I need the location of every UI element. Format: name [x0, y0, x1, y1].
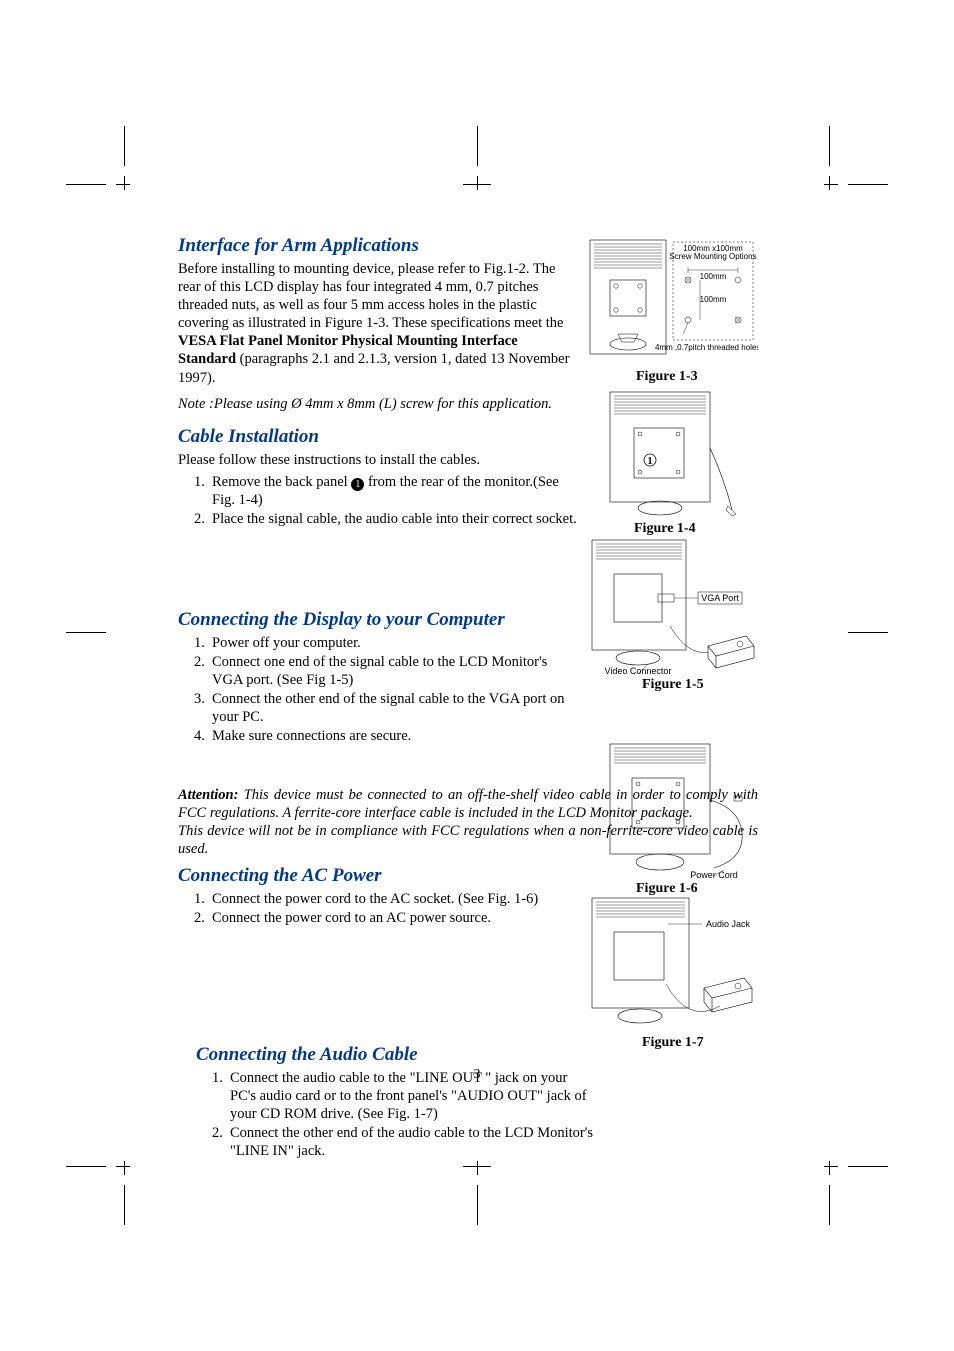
para-interface: Before installing to mounting device, pl… — [178, 260, 578, 387]
svg-text:1: 1 — [648, 456, 653, 467]
list-item: 2. Place the signal cable, the audio cab… — [194, 510, 578, 528]
list-item: 2.Connect the power cord to an AC power … — [194, 909, 578, 927]
figure-1-6: Power Cord — [604, 740, 754, 880]
section-interface: Interface for Arm Applications Before in… — [178, 234, 578, 413]
section-acpower: Connecting the AC Power 1.Connect the po… — [178, 864, 578, 927]
circled-number-icon: 1 — [351, 478, 364, 491]
fig13-bottom: 4mm ,0.7pitch threaded holes x4 — [655, 343, 758, 352]
heading-audio: Connecting the Audio Cable — [196, 1043, 596, 1067]
figure-1-3: 100mm x100mm Screw Mounting Options 100m… — [588, 232, 758, 362]
fig13-label-top2: Screw Mounting Options — [669, 252, 756, 261]
cable-item-2: Place the signal cable, the audio cable … — [212, 510, 578, 528]
acpower-list: 1.Connect the power cord to the AC socke… — [194, 890, 578, 927]
heading-display: Connecting the Display to your Computer — [178, 608, 578, 632]
fig15-vga-label: VGA Port — [701, 593, 739, 603]
cable-intro: Please follow these instructions to inst… — [178, 451, 578, 469]
cable-list: 1. Remove the back panel 1 from the rear… — [194, 473, 578, 528]
list-item: 1.Power off your computer. — [194, 634, 578, 652]
page-number: 3 — [0, 1066, 954, 1084]
list-item: 1.Connect the power cord to the AC socke… — [194, 890, 578, 908]
caption-figure-1-4: Figure 1-4 — [634, 520, 696, 538]
caption-figure-1-7: Figure 1-7 — [642, 1034, 704, 1052]
heading-interface: Interface for Arm Applications — [178, 234, 578, 258]
list-item: 1. Remove the back panel 1 from the rear… — [194, 473, 578, 509]
para-interface-part2: (paragraphs 2.1 and 2.1.3, version 1, da… — [178, 351, 569, 385]
fig17-audio-label: Audio Jack — [706, 919, 751, 929]
fig13-dim2: 100mm — [700, 295, 727, 304]
figure-1-5: VGA Port Video Connector — [588, 536, 758, 676]
para-interface-part1: Before installing to mounting device, pl… — [178, 261, 563, 331]
fig16-power-label: Power Cord — [690, 870, 738, 880]
heading-acpower: Connecting the AC Power — [178, 864, 578, 888]
list-item: 2.Connect one end of the signal cable to… — [194, 653, 578, 689]
heading-cable: Cable Installation — [178, 425, 578, 449]
list-item: 3.Connect the other end of the signal ca… — [194, 690, 578, 726]
section-display: Connecting the Display to your Computer … — [178, 608, 578, 746]
section-cable: Cable Installation Please follow these i… — [178, 425, 578, 528]
list-item: 2.Connect the other end of the audio cab… — [212, 1124, 596, 1160]
caption-figure-1-3: Figure 1-3 — [636, 368, 698, 386]
fig13-dim1: 100mm — [700, 272, 727, 281]
note-interface: Note :Please using Ø 4mm x 8mm (L) screw… — [178, 395, 578, 413]
attention-bold: Attention: — [178, 787, 238, 803]
section-audio: Connecting the Audio Cable 1.Connect the… — [196, 1043, 596, 1160]
figure-1-4: 1 — [604, 388, 744, 518]
caption-figure-1-5: Figure 1-5 — [642, 676, 704, 694]
fig15-video-label: Video Connector — [605, 666, 672, 676]
display-list: 1.Power off your computer. 2.Connect one… — [194, 634, 578, 746]
list-item: 4.Make sure connections are secure. — [194, 727, 578, 745]
figure-1-7: Audio Jack — [588, 894, 758, 1034]
